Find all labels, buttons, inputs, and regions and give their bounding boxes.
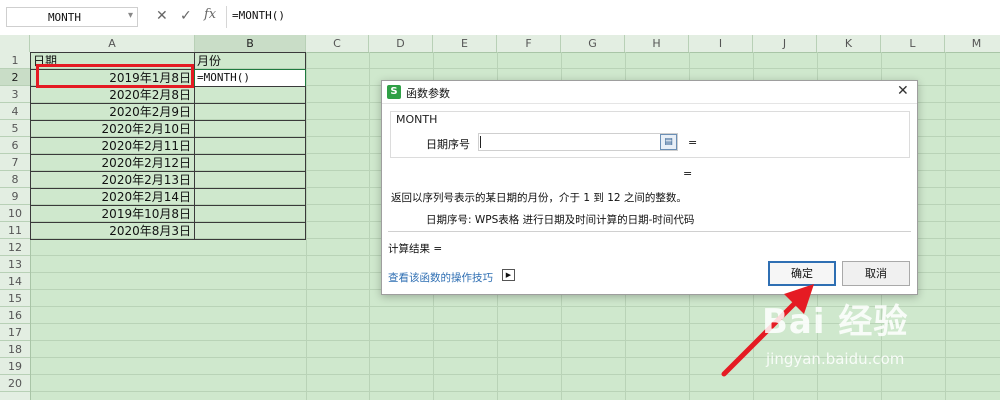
argument-label: 日期序号 xyxy=(426,138,470,151)
row-header-12[interactable]: 12 xyxy=(0,239,30,256)
month-cell[interactable] xyxy=(194,222,306,240)
date-cell[interactable]: 2020年2月13日 xyxy=(30,171,195,189)
row-header-1[interactable]: 1 xyxy=(0,52,30,69)
month-cell[interactable] xyxy=(194,86,306,104)
row-header-11[interactable]: 11 xyxy=(0,222,30,239)
month-cell[interactable] xyxy=(194,120,306,138)
name-box[interactable]: MONTH ▾ xyxy=(6,7,138,27)
cancel-icon[interactable]: ✕ xyxy=(156,8,168,24)
row-header-18[interactable]: 18 xyxy=(0,341,30,358)
date-cell[interactable]: 2020年2月14日 xyxy=(30,188,195,206)
month-cell[interactable] xyxy=(194,171,306,189)
grid-line xyxy=(369,52,370,400)
chevron-down-icon[interactable]: ▾ xyxy=(128,10,133,21)
column-header-f[interactable]: F xyxy=(497,35,561,52)
cell-b1[interactable]: 月份 xyxy=(194,52,306,70)
watermark-logo-text: Bai 经验 xyxy=(762,302,909,342)
column-header-i[interactable]: I xyxy=(689,35,753,52)
fx-icon[interactable]: fx xyxy=(204,7,216,22)
function-result-equals: = xyxy=(683,167,693,180)
close-icon[interactable]: ✕ xyxy=(897,83,909,99)
column-header-d[interactable]: D xyxy=(369,35,433,52)
row-header-8[interactable]: 8 xyxy=(0,171,30,188)
date-cell[interactable]: 2020年8月3日 xyxy=(30,222,195,240)
row-header-17[interactable]: 17 xyxy=(0,324,30,341)
grid-line xyxy=(306,52,307,400)
date-cell[interactable]: 2020年2月11日 xyxy=(30,137,195,155)
function-tips-link[interactable]: 查看该函数的操作技巧 xyxy=(388,270,493,285)
parameter-description: 日期序号: WPS表格 进行日期及时间计算的日期-时间代码 xyxy=(426,214,695,226)
column-header-a[interactable]: A xyxy=(30,35,195,52)
column-header-j[interactable]: J xyxy=(753,35,817,52)
dialog-title-bar[interactable]: S 函数参数 ✕ xyxy=(382,81,917,104)
month-cell[interactable] xyxy=(194,205,306,223)
row-header-column: 1 2 3 4 5 6 7 8 9 10 11 12 13 14 15 16 1… xyxy=(0,52,31,400)
function-arguments-dialog: S 函数参数 ✕ MONTH 日期序号 ▤ = = 返回以序列号表示的某日期的月… xyxy=(381,80,918,295)
row-header-19[interactable]: 19 xyxy=(0,358,30,375)
formula-bar: MONTH ▾ ✕ ✓ fx =MONTH() xyxy=(0,0,1000,36)
row-header-14[interactable]: 14 xyxy=(0,273,30,290)
row-header-13[interactable]: 13 xyxy=(0,256,30,273)
column-header-b[interactable]: B xyxy=(195,35,306,52)
column-header-row: A B C D E F G H I J K L M xyxy=(0,35,1000,53)
row-header-10[interactable]: 10 xyxy=(0,205,30,222)
date-cell[interactable]: 2020年2月8日 xyxy=(30,86,195,104)
dialog-title: 函数参数 xyxy=(406,87,450,100)
date-cell[interactable]: 2019年10月8日 xyxy=(30,205,195,223)
column-header-m[interactable]: M xyxy=(945,35,1000,52)
column-header-g[interactable]: G xyxy=(561,35,625,52)
month-cell[interactable] xyxy=(194,103,306,121)
row-header-16[interactable]: 16 xyxy=(0,307,30,324)
column-header-l[interactable]: L xyxy=(881,35,945,52)
row-header-3[interactable]: 3 xyxy=(0,86,30,103)
column-header-e[interactable]: E xyxy=(433,35,497,52)
cancel-button[interactable]: 取消 xyxy=(842,261,910,286)
select-all-corner[interactable] xyxy=(0,35,30,52)
month-cell[interactable] xyxy=(194,137,306,155)
row-header-6[interactable]: 6 xyxy=(0,137,30,154)
column-header-k[interactable]: K xyxy=(817,35,881,52)
name-box-value: MONTH xyxy=(47,11,82,24)
month-cell[interactable] xyxy=(194,188,306,206)
column-header-c[interactable]: C xyxy=(306,35,369,52)
row-header-5[interactable]: 5 xyxy=(0,120,30,137)
confirm-icon[interactable]: ✓ xyxy=(180,8,192,24)
row-header-4[interactable]: 4 xyxy=(0,103,30,120)
date-serial-input[interactable] xyxy=(478,133,678,151)
collapse-range-icon[interactable]: ▤ xyxy=(660,134,677,150)
watermark-url: jingyan.baidu.com xyxy=(766,350,905,368)
formula-input[interactable]: =MONTH() xyxy=(232,9,285,22)
row-header-20[interactable]: 20 xyxy=(0,375,30,392)
baidu-watermark: Bai 经验 jingyan.baidu.com xyxy=(760,288,995,378)
highlight-box-a2 xyxy=(36,64,194,88)
active-cell-b2[interactable]: =MONTH() xyxy=(194,69,306,87)
date-cell[interactable]: 2020年2月9日 xyxy=(30,103,195,121)
column-header-h[interactable]: H xyxy=(625,35,689,52)
function-description: 返回以序列号表示的某日期的月份，介于 1 到 12 之间的整数。 xyxy=(391,192,687,204)
wps-logo-icon: S xyxy=(387,85,401,99)
video-play-icon[interactable]: ▶ xyxy=(502,269,515,281)
dialog-divider xyxy=(388,231,911,232)
function-name-label: MONTH xyxy=(396,113,438,126)
row-header-7[interactable]: 7 xyxy=(0,154,30,171)
date-cell[interactable]: 2020年2月12日 xyxy=(30,154,195,172)
calculation-result: 计算结果 = xyxy=(388,243,443,255)
row-header-15[interactable]: 15 xyxy=(0,290,30,307)
formula-bar-divider xyxy=(226,6,227,28)
row-header-9[interactable]: 9 xyxy=(0,188,30,205)
month-cell[interactable] xyxy=(194,154,306,172)
argument-value-equals: = xyxy=(688,136,698,149)
row-header-2[interactable]: 2 xyxy=(0,69,30,86)
text-caret xyxy=(480,136,481,148)
date-cell[interactable]: 2020年2月10日 xyxy=(30,120,195,138)
